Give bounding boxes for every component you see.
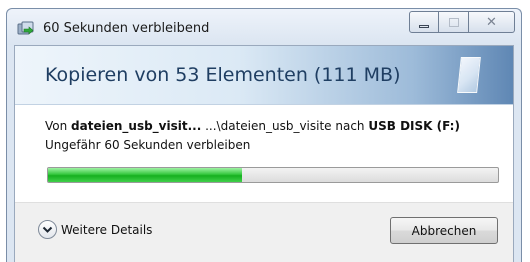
more-details-label: Weitere Details [61, 222, 153, 237]
close-icon: ✕ [486, 14, 497, 30]
minimize-button[interactable] [409, 11, 439, 33]
copy-dialog-window: 60 Sekunden verbleibend ✕ Kopieren von 5… [6, 8, 522, 262]
chevron-down-icon [38, 220, 57, 239]
dialog-header: Kopieren von 53 Elementen (111 MB) [15, 46, 513, 105]
maximize-button [439, 11, 469, 33]
maximize-icon [448, 17, 459, 27]
cancel-button[interactable]: Abbrechen [390, 217, 498, 244]
source-folder-link[interactable]: dateien_usb_visit... [71, 119, 201, 133]
copy-progress-bar [47, 167, 499, 183]
window-title: 60 Sekunden verbleibend [43, 21, 210, 36]
dialog-content: Kopieren von 53 Elementen (111 MB) Von d… [14, 45, 514, 262]
header-decoration [457, 57, 481, 93]
time-remaining: Ungefähr 60 Sekunden verbleiben [45, 138, 251, 152]
title-bar[interactable]: 60 Sekunden verbleibend ✕ [7, 9, 521, 45]
copy-heading: Kopieren von 53 Elementen (111 MB) [45, 64, 401, 86]
progress-fill [48, 168, 242, 182]
minimize-icon [419, 24, 429, 28]
more-details-button[interactable]: Weitere Details [38, 220, 152, 239]
close-button[interactable]: ✕ [469, 11, 515, 33]
copy-progress-icon [17, 21, 34, 35]
copy-source-destination: Von dateien_usb_visit... ...\dateien_usb… [45, 119, 460, 133]
dialog-footer: Weitere Details Abbrechen [15, 202, 513, 262]
from-prefix: Von [45, 119, 72, 133]
destination-link[interactable]: USB DISK (F:) [368, 119, 460, 133]
source-path: ...\dateien_usb_visite nach [201, 119, 369, 133]
window-controls: ✕ [409, 11, 515, 33]
